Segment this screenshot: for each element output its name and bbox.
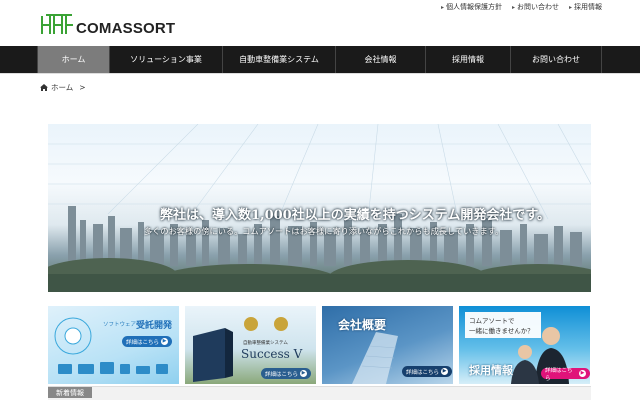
detail-button[interactable]: 詳細はこちら ▶ (261, 368, 312, 379)
news-section: 新着情報 (48, 386, 591, 400)
site-header: COMASSORT ▸ 個人情報保護方針 ▸ お問い合わせ ▸ 採用情報 (0, 0, 640, 46)
arrow-circle-icon: ▶ (441, 368, 449, 375)
top-links: ▸ 個人情報保護方針 ▸ お問い合わせ ▸ 採用情報 (441, 2, 602, 12)
detail-button[interactable]: 詳細はこちら ▶ (402, 366, 453, 377)
home-icon (40, 84, 48, 91)
nav-item-home[interactable]: ホーム (37, 46, 109, 73)
breadcrumb: ホーム > (40, 82, 86, 93)
hero-subtitle: 多くのお客様の傍にいる。コムアソートはお客様に寄り添いながらこれからも成長してい… (144, 226, 504, 236)
hero-title: 弊社は、導入数1,000社以上の実績を持つシステム開発会社です。 (160, 208, 551, 223)
nav-item-contact[interactable]: お問い合わせ (510, 46, 602, 73)
logo-text: COMASSORT (76, 19, 176, 37)
nav-item-company[interactable]: 会社情報 (335, 46, 425, 73)
top-link-label: 個人情報保護方針 (445, 3, 502, 11)
banner-company-overview[interactable]: 会社概要 詳細はこちら ▶ (322, 306, 453, 384)
top-link-contact[interactable]: ▸ お問い合わせ (512, 2, 559, 12)
nav-divider (0, 73, 640, 74)
arrow-right-icon: ▸ (568, 3, 572, 11)
banner-title: 会社概要 (338, 318, 387, 332)
arrow-right-icon: ▸ (511, 3, 515, 11)
main-nav: ホーム ソリューション事業 自動車整備業システム 会社情報 採用情報 お問い合わ… (0, 46, 640, 73)
nav-item-solutions[interactable]: ソリューション事業 (109, 46, 222, 73)
banner-small-label: 自動車整備業システム (243, 341, 288, 346)
banner-recruitment[interactable]: コムアソートで 一緒に働きませんか？ 採用情報 詳細はこちら ▶ (459, 306, 590, 384)
site-logo[interactable]: COMASSORT (40, 12, 175, 38)
banner-small-label: ソフトウェア (103, 322, 137, 328)
news-label: 新着情報 (48, 387, 92, 398)
breadcrumb-home[interactable]: ホーム (51, 82, 73, 93)
banner-question-line1: コムアソートで (469, 317, 515, 325)
detail-button-label: 詳細はこちら (265, 371, 299, 378)
banner-question-line2: 一緒に働きませんか？ (469, 327, 534, 335)
service-banners: ソフトウェア 受託開発 詳細はこちら ▶ 自動車整備業システム Success … (48, 306, 591, 384)
arrow-circle-icon: ▶ (161, 338, 169, 345)
top-link-privacy[interactable]: ▸ 個人情報保護方針 (441, 2, 502, 12)
banner-title: Success V (241, 347, 303, 361)
banner-title: 受託開発 (136, 321, 173, 331)
main-nav-items: ホーム ソリューション事業 自動車整備業システム 会社情報 採用情報 お問い合わ… (37, 46, 602, 73)
top-link-recruit[interactable]: ▸ 採用情報 (569, 2, 602, 12)
banner-title: 採用情報 (469, 364, 513, 377)
arrow-circle-icon: ▶ (300, 370, 308, 377)
arrow-circle-icon: ▶ (579, 370, 586, 377)
hero-banner: 弊社は、導入数1,000社以上の実績を持つシステム開発会社です。 多くのお客様の… (48, 124, 591, 292)
nav-item-recruit[interactable]: 採用情報 (425, 46, 510, 73)
nav-item-auto-system[interactable]: 自動車整備業システム (222, 46, 335, 73)
breadcrumb-separator: > (79, 83, 86, 92)
top-link-label: 採用情報 (574, 3, 602, 11)
arrow-right-icon: ▸ (440, 3, 444, 11)
page: COMASSORT ▸ 個人情報保護方針 ▸ お問い合わせ ▸ 採用情報 ホーム ソリ… (0, 0, 640, 400)
detail-button[interactable]: 詳細はこちら ▶ (541, 367, 590, 382)
banner-contract-development[interactable]: ソフトウェア 受託開発 詳細はこちら ▶ (48, 306, 179, 384)
detail-button[interactable]: 詳細はこちら ▶ (122, 336, 173, 347)
logo-mark-icon (41, 14, 73, 34)
banner-success-v[interactable]: 自動車整備業システム Success V 詳細はこちら ▶ (185, 306, 316, 384)
detail-button-label: 詳細はこちら (545, 367, 573, 382)
detail-button-label: 詳細はこちら (406, 369, 440, 376)
top-link-label: お問い合わせ (516, 3, 559, 11)
detail-button-label: 詳細はこちら (126, 339, 160, 346)
